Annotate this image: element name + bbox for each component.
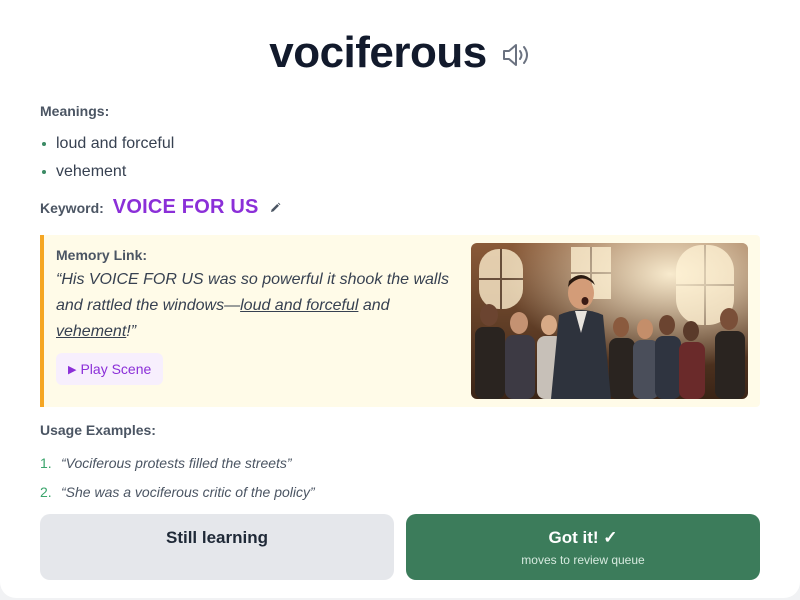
word-header: vociferous	[0, 28, 800, 78]
quote-text: and	[358, 297, 390, 314]
memory-link-panel: Memory Link: “His VOICE FOR US was so po…	[40, 235, 760, 407]
usage-example-item: 2. “She was a vociferous critic of the p…	[40, 477, 315, 506]
bullet-icon	[42, 170, 46, 174]
bullet-icon	[42, 142, 46, 146]
vocabulary-word: vociferous	[269, 28, 487, 77]
meaning-item: loud and forceful	[40, 130, 174, 158]
speaker-icon[interactable]	[501, 41, 531, 69]
meaning-text: loud and forceful	[56, 135, 175, 152]
flashcard: vociferous Meanings: loud and forceful v…	[0, 0, 800, 598]
got-it-sublabel: moves to review queue	[521, 552, 645, 567]
meanings-list: loud and forceful vehement	[40, 130, 174, 186]
quote-highlight: loud and forceful	[240, 297, 359, 314]
still-learning-label: Still learning	[165, 528, 269, 547]
got-it-button[interactable]: Got it! ✓ moves to review queue	[406, 514, 760, 580]
meanings-label: Meanings:	[40, 103, 110, 119]
meaning-text: vehement	[56, 163, 127, 180]
example-number: 1.	[40, 454, 52, 471]
keyword-label: Keyword:	[40, 199, 104, 216]
pencil-icon[interactable]	[269, 202, 281, 214]
usage-examples-label: Usage Examples:	[40, 422, 156, 438]
memory-link-quote: “His VOICE FOR US was so powerful it sho…	[56, 267, 456, 345]
memory-link-label: Memory Link:	[56, 247, 148, 263]
keyword-text: VOICE FOR US	[112, 196, 259, 218]
example-text: “Vociferous protests filled the streets”	[61, 454, 292, 471]
example-number: 2.	[40, 483, 52, 500]
meaning-item: vehement	[40, 158, 174, 186]
usage-example-item: 1. “Vociferous protests filled the stree…	[40, 448, 315, 477]
usage-examples-list: 1. “Vociferous protests filled the stree…	[40, 448, 315, 506]
quote-text: !”	[126, 323, 137, 340]
got-it-label: Got it! ✓	[548, 527, 618, 547]
play-icon: ▶	[68, 363, 77, 376]
example-text: “She was a vociferous critic of the poli…	[61, 483, 315, 500]
keyword-row: Keyword: VOICE FOR US	[40, 196, 281, 219]
play-scene-button[interactable]: ▶ Play Scene	[56, 353, 164, 385]
play-scene-label: Play Scene	[80, 361, 152, 377]
scene-image	[471, 243, 748, 399]
still-learning-button[interactable]: Still learning	[40, 514, 394, 580]
quote-highlight: vehement	[56, 323, 127, 340]
